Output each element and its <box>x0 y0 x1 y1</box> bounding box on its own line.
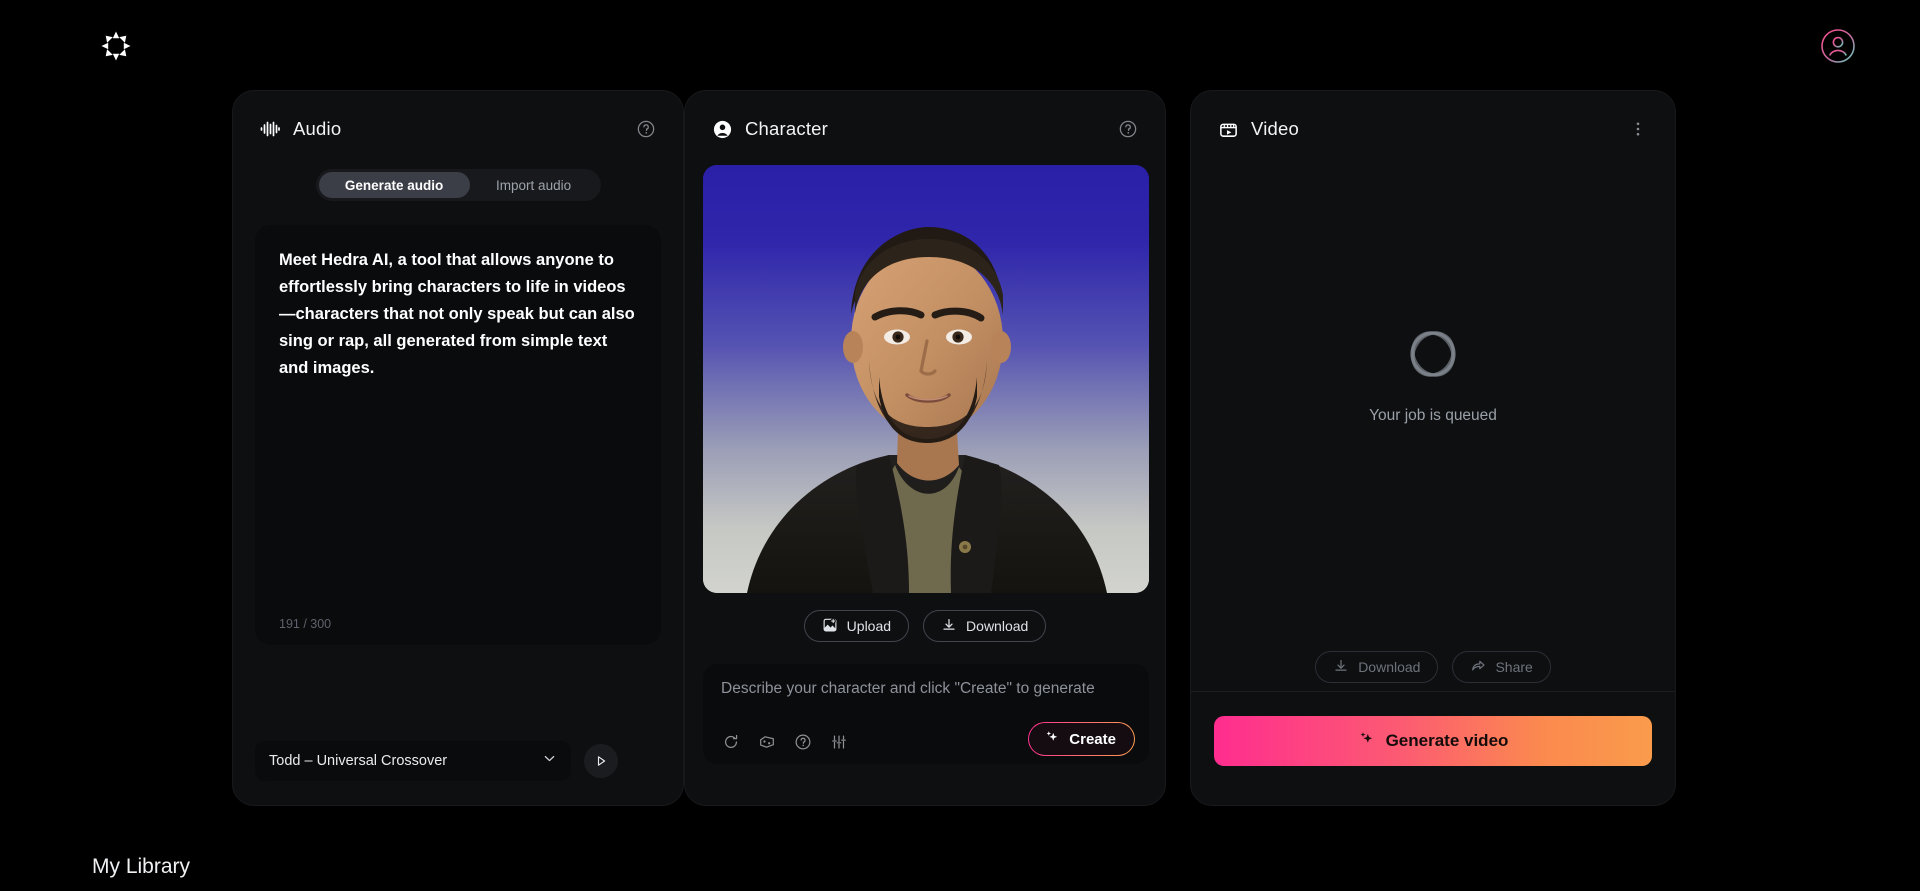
video-stage: Your job is queued Download Share <box>1191 157 1675 691</box>
video-divider <box>1191 691 1675 692</box>
hedra-asterisk-logo[interactable] <box>96 26 136 66</box>
sliders-icon[interactable] <box>829 732 849 752</box>
user-avatar-icon[interactable] <box>1816 24 1860 68</box>
person-circle-icon <box>711 118 733 140</box>
video-actions: Download Share <box>1191 651 1675 683</box>
tab-import-audio[interactable]: Import audio <box>470 172 598 198</box>
character-panel: Character Upload Download Describe your … <box>684 90 1166 806</box>
voice-select[interactable]: Todd – Universal Crossover <box>255 741 571 781</box>
video-panel-title: Video <box>1251 118 1299 139</box>
audio-panel-header: Audio <box>233 101 683 157</box>
generate-video-button[interactable]: Generate video <box>1214 716 1652 766</box>
sparkle-icon <box>1358 730 1375 752</box>
upload-button[interactable]: Upload <box>803 610 910 642</box>
download-icon <box>1333 658 1349 677</box>
video-panel-header: Video <box>1191 101 1675 157</box>
create-button[interactable]: Create <box>1028 722 1135 756</box>
audio-panel-title: Audio <box>293 118 342 139</box>
download-video-button[interactable]: Download <box>1315 651 1439 683</box>
create-button-label: Create <box>1069 730 1116 748</box>
generate-video-label: Generate video <box>1385 731 1509 750</box>
character-counter: 191 / 300 <box>279 617 332 631</box>
share-icon <box>1470 658 1486 677</box>
video-status-text: Your job is queued <box>1369 407 1497 424</box>
character-prompt-tools <box>721 732 849 752</box>
voice-select-value: Todd – Universal Crossover <box>269 753 448 769</box>
help-circle-icon[interactable] <box>635 118 657 140</box>
upload-button-label: Upload <box>846 618 892 634</box>
top-bar <box>0 0 1920 90</box>
my-library-title: My Library <box>92 855 191 878</box>
character-panel-header: Character <box>685 101 1165 157</box>
waveform-icon <box>259 118 281 140</box>
audio-script-text: Meet Hedra AI, a tool that allows anyone… <box>279 251 640 377</box>
download-icon <box>941 617 957 636</box>
download-character-button[interactable]: Download <box>923 610 1047 642</box>
character-image[interactable] <box>703 165 1149 593</box>
voice-row: Todd – Universal Crossover <box>255 741 618 781</box>
dice-icon[interactable] <box>757 732 777 752</box>
help-circle-icon[interactable] <box>793 732 813 752</box>
app-root: Audio Generate audio Import audio Meet H… <box>0 0 1920 891</box>
share-button-label: Share <box>1495 659 1533 675</box>
share-button[interactable]: Share <box>1452 651 1551 683</box>
character-prompt-box: Describe your character and click "Creat… <box>703 664 1149 764</box>
more-vertical-icon[interactable] <box>1627 118 1649 140</box>
download-character-label: Download <box>966 618 1029 634</box>
character-prompt-input[interactable]: Describe your character and click "Creat… <box>721 678 1131 701</box>
image-plus-icon <box>822 617 838 636</box>
audio-mode-tabs: Generate audio Import audio <box>315 169 601 201</box>
character-panel-title: Character <box>745 118 829 139</box>
refresh-icon[interactable] <box>721 732 741 752</box>
chevron-down-icon <box>542 751 557 771</box>
sparkle-icon <box>1044 729 1060 749</box>
loading-orbit-icon <box>1402 323 1464 385</box>
video-panel: Video Your job is queued Download Share … <box>1190 90 1676 806</box>
voice-preview-play-button[interactable] <box>584 744 618 778</box>
download-video-label: Download <box>1358 659 1421 675</box>
clapperboard-icon <box>1217 118 1239 140</box>
audio-panel: Audio Generate audio Import audio Meet H… <box>232 90 684 806</box>
tab-generate-audio[interactable]: Generate audio <box>318 172 470 198</box>
audio-script-input[interactable]: Meet Hedra AI, a tool that allows anyone… <box>255 225 661 645</box>
character-portrait <box>703 165 1149 593</box>
character-actions: Upload Download <box>685 610 1165 642</box>
help-circle-icon[interactable] <box>1117 118 1139 140</box>
panels-container: Audio Generate audio Import audio Meet H… <box>0 90 1920 810</box>
